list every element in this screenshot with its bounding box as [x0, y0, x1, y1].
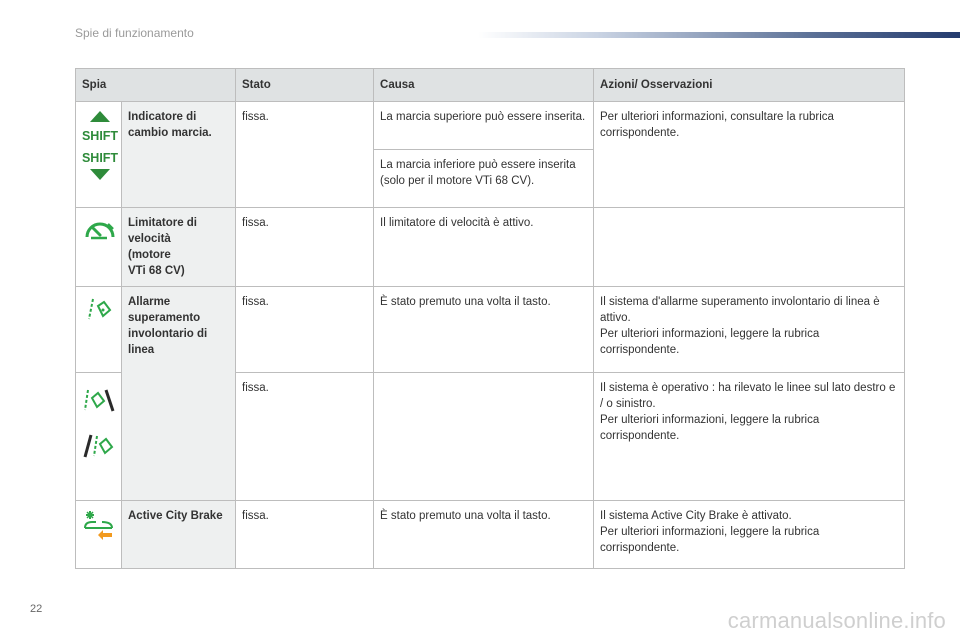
- lane-detected-right-icon: [82, 384, 115, 414]
- active-city-brake-icon-cell: [75, 500, 122, 569]
- speed-limiter-name-line-1: Limitatore di: [128, 217, 198, 229]
- lane-detected-action: Il sistema è operativo : ha rilevato le …: [593, 372, 906, 501]
- lane-departure-action: Il sistema d'allarme superamento involon…: [593, 286, 906, 373]
- shift-state: fissa.: [235, 101, 375, 208]
- shift-up-icon: SHIFT: [82, 109, 118, 149]
- speed-limiter-action: [593, 207, 906, 287]
- speed-limiter-icon: [82, 215, 115, 249]
- lane-departure-action-line-1: Il sistema d'allarme superamento involon…: [600, 296, 880, 324]
- lane-departure-state: fissa.: [235, 286, 375, 373]
- section-title: Spie di funzionamento: [75, 26, 194, 40]
- lane-detected-state: fissa.: [235, 372, 375, 501]
- speed-limiter-name: Limitatore di velocità (motore VTi 68 CV…: [120, 207, 237, 287]
- speed-limiter-icon-cell: [75, 207, 122, 287]
- speed-limiter-name-line-4: VTi 68 CV): [128, 265, 185, 277]
- speed-limiter-name-line-2: velocità: [128, 233, 171, 245]
- lane-departure-name: Allarme superamento involontario di line…: [120, 286, 237, 501]
- speed-limiter-name-line-3: (motore: [128, 249, 171, 261]
- column-header-causa: Causa: [373, 68, 595, 102]
- lane-departure-icon: [82, 294, 115, 322]
- active-city-brake-state: fissa.: [235, 500, 375, 569]
- speed-limiter-cause: Il limitatore di velocità è attivo.: [373, 207, 595, 287]
- shift-cause-up: La marcia superiore può essere inserita.: [373, 101, 595, 150]
- table-row: Allarme superamento involontario di line…: [75, 286, 906, 501]
- active-city-brake-action: Il sistema Active City Brake è attivato.…: [593, 500, 906, 569]
- shift-cause-down: La marcia inferiore può essere inserita …: [373, 149, 595, 208]
- active-city-brake-action-line-2: Per ulteriori informazioni, leggere la r…: [600, 526, 820, 554]
- watermark: carmanualsonline.info: [727, 608, 946, 633]
- shift-down-text: SHIFT: [82, 151, 118, 165]
- table-row: SHIFT SHIFT Indicatore di cambio marcia.…: [75, 101, 906, 208]
- page-number: 22: [30, 603, 43, 615]
- column-header-spia: Spia: [74, 68, 237, 102]
- active-city-brake-name: Active City Brake: [120, 500, 237, 569]
- shift-action: Per ulteriori informazioni, consultare l…: [593, 101, 906, 208]
- lane-departure-action-line-2: Per ulteriori informazioni, leggere la r…: [600, 328, 820, 356]
- lane-departure-cause: È stato premuto una volta il tasto.: [373, 286, 595, 373]
- shift-icon-cell: SHIFT SHIFT: [75, 101, 122, 208]
- lane-detected-icon-cell: [75, 372, 122, 501]
- active-city-brake-cause: È stato premuto una volta il tasto.: [373, 500, 595, 569]
- lane-detected-action-line-1: Il sistema è operativo : ha rilevato le …: [600, 382, 896, 410]
- lane-detected-left-icon: [82, 430, 115, 460]
- table-row: Limitatore di velocità (motore VTi 68 CV…: [75, 207, 906, 287]
- column-header-azioni: Azioni/ Osservazioni: [593, 68, 906, 102]
- shift-indicator-name: Indicatore di cambio marcia.: [120, 101, 237, 208]
- active-city-brake-action-line-1: Il sistema Active City Brake è attivato.: [600, 510, 792, 522]
- lane-departure-icon-cell: [75, 286, 122, 373]
- header-gradient-bar: [478, 32, 960, 38]
- column-header-stato: Stato: [235, 68, 375, 102]
- table-header-row: Spia Stato Causa Azioni/ Osservazioni: [74, 68, 906, 102]
- warning-lights-table: Spia Stato Causa Azioni/ Osservazioni SH…: [74, 68, 906, 569]
- table-row: Active City Brake fissa. È stato premuto…: [75, 500, 906, 569]
- active-city-brake-icon: [82, 508, 115, 544]
- speed-limiter-state: fissa.: [235, 207, 375, 287]
- shift-down-icon: SHIFT: [82, 151, 118, 183]
- lane-detected-action-line-2: Per ulteriori informazioni, leggere la r…: [600, 414, 820, 442]
- shift-up-text: SHIFT: [82, 129, 118, 143]
- lane-detected-cause: [373, 372, 595, 501]
